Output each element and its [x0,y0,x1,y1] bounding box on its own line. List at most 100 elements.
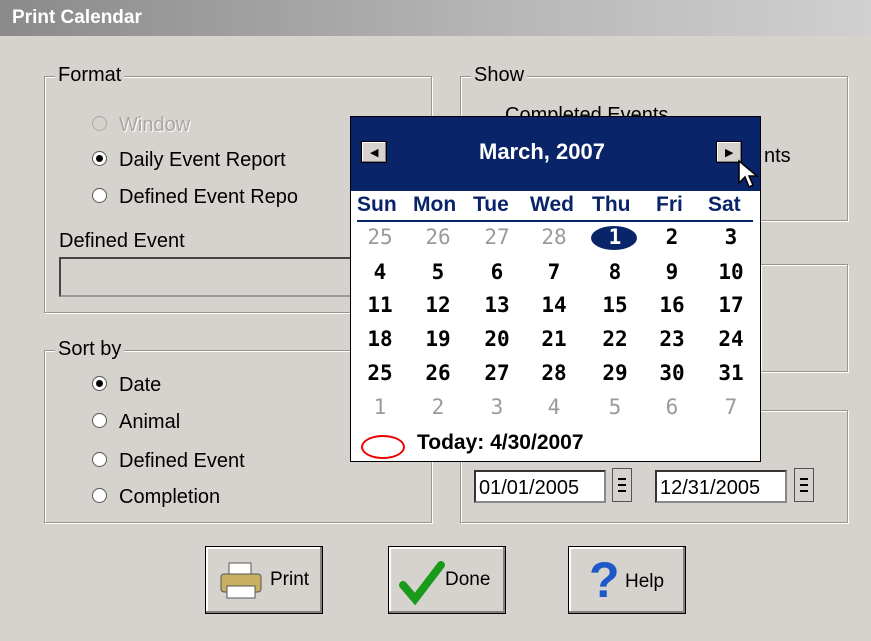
calendar-day[interactable]: 7 [539,260,569,284]
calendar-day[interactable]: 31 [716,361,746,385]
radio-date[interactable]: Date [92,374,161,397]
calendar-day[interactable]: 8 [600,260,630,284]
weekday-header: Mon [413,193,457,216]
radio-animal[interactable]: Animal [92,411,180,434]
defined-event-label: Defined Event [59,230,185,252]
calendar-day[interactable]: 17 [716,293,746,317]
help-label: Help [625,571,665,592]
calendar-day[interactable]: 4 [365,260,395,284]
radio-label: Completion [119,486,221,508]
calendar-day[interactable]: 27 [482,225,512,249]
radio-defined-event[interactable]: Defined Event [92,450,245,473]
prev-month-button[interactable]: ◀ [361,141,387,163]
calendar-day[interactable]: 25 [365,225,395,249]
calendar-day[interactable]: 3 [482,395,512,419]
title-bar[interactable]: Print Calendar [0,0,871,36]
start-date-input[interactable]: 01/01/2005 [474,470,606,503]
show-legend: Show [471,64,528,87]
weekday-header: Fri [656,193,683,216]
radio-label: Window [119,114,191,136]
radio-dot [92,188,107,204]
weekday-header: Thu [592,193,631,216]
calendar-day[interactable]: 1 [365,395,395,419]
arrow-right-icon: ▶ [725,147,734,159]
calendar-day[interactable]: 5 [423,260,453,284]
radio-dot [92,452,107,468]
calendar-day[interactable]: 20 [482,327,512,351]
radio-daily-event-report[interactable]: Daily Event Report [92,149,286,172]
calendar-day[interactable]: 6 [482,260,512,284]
question-mark-icon: ? [589,552,620,608]
calendar-day[interactable]: 7 [716,395,746,419]
defined-event-field[interactable] [59,257,353,297]
radio-label: Daily Event Report [119,149,286,171]
today-circle-icon [361,435,405,459]
calendar-day[interactable]: 15 [600,293,630,317]
radio-dot [92,488,107,504]
weekday-header: Tue [473,193,509,216]
done-label: Done [445,569,491,590]
sort-legend: Sort by [55,338,125,361]
calendar-day[interactable]: 11 [365,293,395,317]
calendar-day[interactable]: 1 [600,225,630,249]
calendar-day[interactable]: 6 [657,395,687,419]
radio-label: Defined Event [119,450,245,472]
checkmark-icon [399,561,445,605]
print-button[interactable]: Print [205,546,323,614]
calendar-day[interactable]: 27 [482,361,512,385]
weekday-separator [357,220,753,222]
calendar-day[interactable]: 13 [482,293,512,317]
radio-label: Animal [119,411,181,433]
start-date-spinner[interactable] [612,468,632,502]
done-button[interactable]: Done [388,546,506,614]
arrow-left-icon: ◀ [370,147,379,159]
calendar-day[interactable]: 9 [657,260,687,284]
radio-dot [92,413,107,429]
radio-defined-event-report[interactable]: Defined Event Repo [92,186,298,209]
calendar-day[interactable]: 10 [716,260,746,284]
calendar-day[interactable]: 25 [365,361,395,385]
calendar-day[interactable]: 2 [423,395,453,419]
printer-icon [220,562,262,599]
calendar-day[interactable]: 23 [657,327,687,351]
middle-right-group [760,264,848,372]
radio-label: Defined Event Repo [119,186,299,208]
show-option-partial: nts [764,145,791,167]
calendar-month-label: March, 2007 [479,139,605,164]
calendar-day[interactable]: 22 [600,327,630,351]
end-date-spinner[interactable] [794,468,814,502]
calendar-day[interactable]: 5 [600,395,630,419]
radio-window[interactable]: Window [92,114,190,137]
calendar-day[interactable]: 28 [539,361,569,385]
weekday-header: Wed [530,193,574,216]
calendar-popup[interactable]: ◀ March, 2007 ▶ Sun Mon Tue Wed Thu Fri … [350,116,761,462]
print-label: Print [270,569,310,590]
radio-dot [92,151,107,167]
window-title: Print Calendar [12,7,142,28]
calendar-day[interactable]: 19 [423,327,453,351]
radio-dot [92,376,107,392]
today-label[interactable]: Today: 4/30/2007 [417,431,584,455]
calendar-day[interactable]: 26 [423,361,453,385]
calendar-day[interactable]: 18 [365,327,395,351]
end-date-input[interactable]: 12/31/2005 [655,470,787,503]
radio-label: Date [119,374,162,396]
calendar-day[interactable]: 28 [539,225,569,249]
weekday-header: Sun [357,193,397,216]
calendar-day[interactable]: 3 [716,225,746,249]
weekday-header: Sat [708,193,741,216]
help-button[interactable]: ? Help [568,546,686,614]
calendar-day[interactable]: 29 [600,361,630,385]
calendar-day[interactable]: 4 [539,395,569,419]
calendar-day[interactable]: 14 [539,293,569,317]
calendar-day[interactable]: 16 [657,293,687,317]
calendar-day[interactable]: 12 [423,293,453,317]
calendar-day[interactable]: 24 [716,327,746,351]
radio-completion[interactable]: Completion [92,486,220,509]
radio-dot [92,116,107,132]
calendar-day[interactable]: 21 [539,327,569,351]
calendar-day[interactable]: 26 [423,225,453,249]
format-legend: Format [55,64,125,87]
calendar-day[interactable]: 30 [657,361,687,385]
calendar-day[interactable]: 2 [657,225,687,249]
